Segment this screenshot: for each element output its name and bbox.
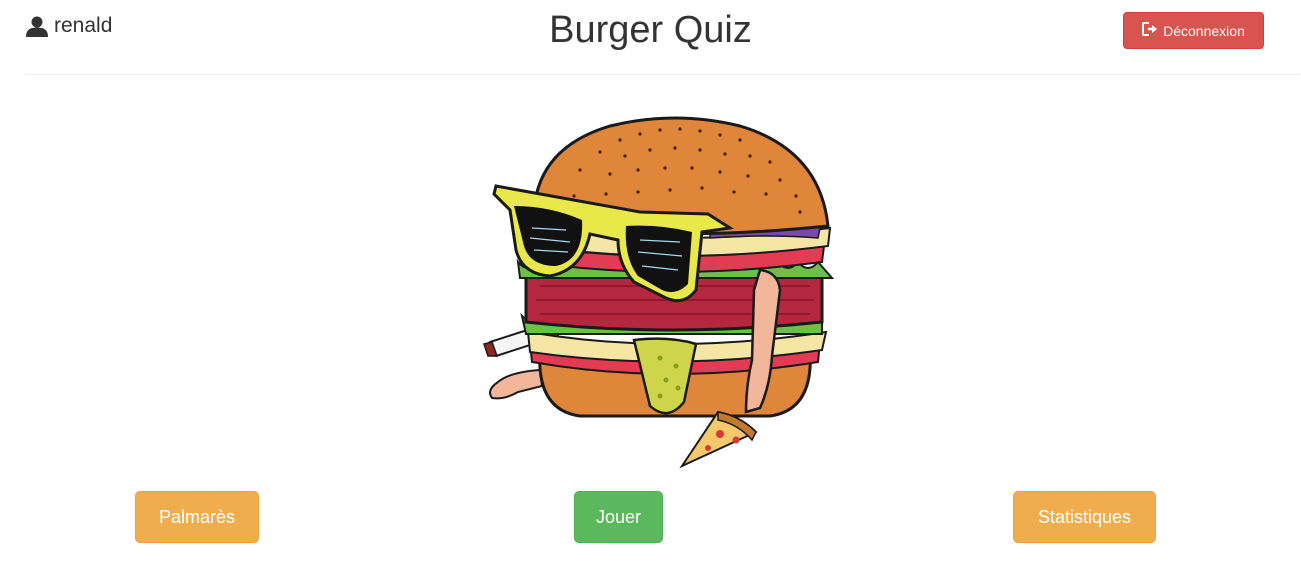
page: renald Burger Quiz Déconnexion Palmarès …	[0, 0, 1301, 567]
statistics-button[interactable]: Statistiques	[1013, 491, 1156, 543]
palmares-button[interactable]: Palmarès	[135, 491, 259, 543]
play-button[interactable]: Jouer	[574, 491, 663, 543]
header-divider	[26, 74, 1300, 75]
log-out-icon	[1142, 22, 1158, 39]
page-title: Burger Quiz	[549, 9, 752, 51]
logout-button[interactable]: Déconnexion	[1123, 12, 1264, 49]
burger-mascot-illustration	[470, 110, 870, 480]
logout-label: Déconnexion	[1163, 22, 1245, 39]
